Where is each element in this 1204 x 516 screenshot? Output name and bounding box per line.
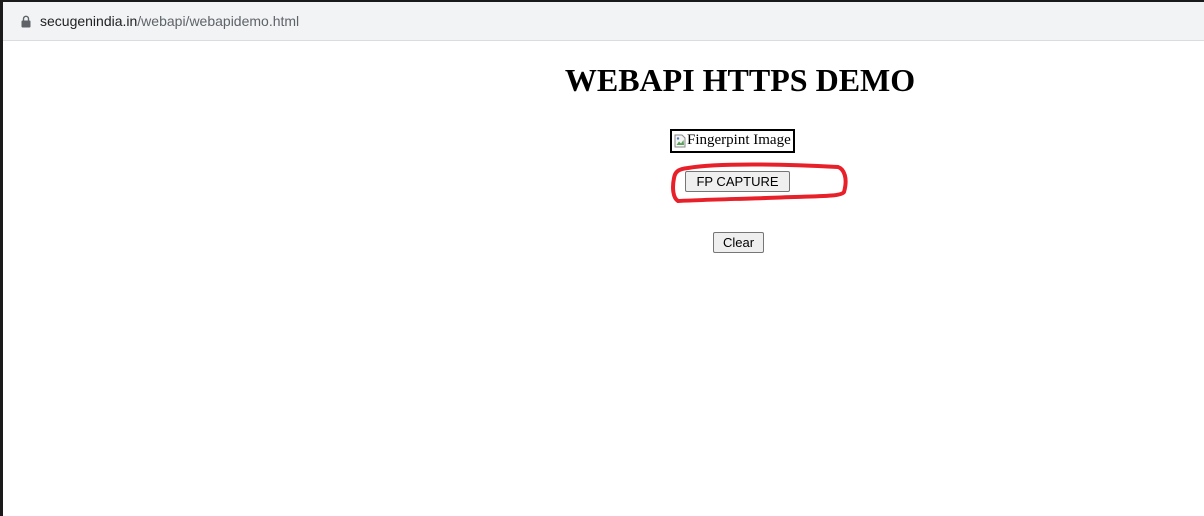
address-bar[interactable]: secugenindia.in/webapi/webapidemo.html [3, 2, 1204, 41]
red-annotation-circle [671, 162, 848, 203]
page-title: WEBAPI HTTPS DEMO [564, 62, 916, 98]
broken-image-icon [674, 134, 686, 148]
lock-icon[interactable] [21, 15, 31, 28]
fingerprint-image-alt: Fingerpint Image [687, 132, 791, 148]
url-path: /webapi/webapidemo.html [137, 13, 300, 29]
fingerprint-image: Fingerpint Image [670, 129, 795, 153]
url-domain: secugenindia.in [40, 13, 138, 29]
url-text[interactable]: secugenindia.in/webapi/webapidemo.html [40, 13, 299, 29]
clear-button[interactable]: Clear [713, 232, 764, 253]
